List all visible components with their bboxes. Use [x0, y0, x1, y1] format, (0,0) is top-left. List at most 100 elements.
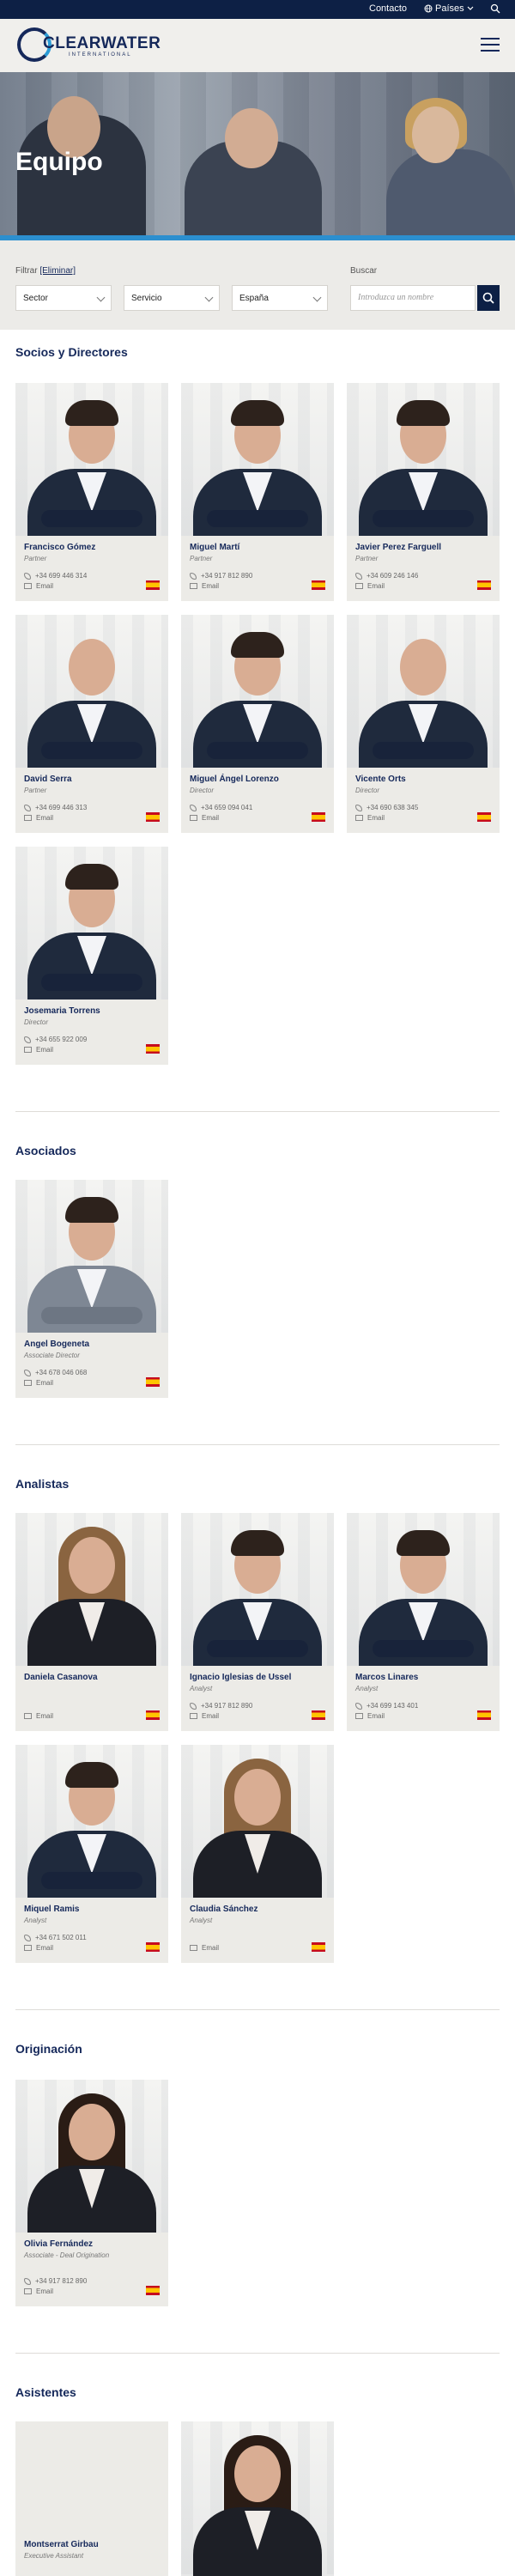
team-card[interactable]: Angel Bogeneta Associate Director +34 678… [15, 1180, 168, 1398]
page-title: Equipo [15, 148, 103, 176]
person-role: Partner [24, 555, 47, 562]
email-icon [190, 1713, 197, 1719]
team-card[interactable]: Miguel Martí Partner +34 917 812 890 Emai… [181, 383, 334, 601]
email-icon [190, 815, 197, 821]
email-link[interactable]: Email [24, 1379, 53, 1387]
email-icon [355, 1713, 363, 1719]
team-card[interactable]: Josemaria Torrens Director +34 655 922 00… [15, 847, 168, 1065]
email-icon [24, 815, 32, 821]
filter-panel: Filtrar [Eliminar] Sector Servicio Españ… [0, 240, 515, 330]
email-link[interactable]: Email [24, 814, 53, 822]
team-card[interactable]: Daniela Casanova Email [15, 1513, 168, 1731]
team-card[interactable]: Montserrat Girbau Executive Assistant [15, 2421, 168, 2576]
top-utility-bar: Contacto Países [0, 0, 515, 19]
team-card[interactable]: David Serra Partner +34 699 446 313 Email [15, 615, 168, 833]
email-link[interactable]: Email [190, 1712, 219, 1720]
email-icon [24, 1945, 32, 1951]
person-role: Director [355, 787, 380, 794]
phone-line[interactable]: +34 671 502 011 [24, 1934, 87, 1941]
person-name: Francisco Gómez [24, 543, 96, 552]
clearwater-logo[interactable]: CLEARWATER INTERNATIONAL [17, 24, 161, 67]
person-photo [15, 1180, 168, 1333]
logo-wordmark: CLEARWATER [43, 34, 161, 52]
phone-line[interactable]: +34 659 094 041 [190, 804, 252, 811]
person-photo [15, 1513, 168, 1666]
phone-line[interactable]: +34 917 812 890 [190, 572, 252, 580]
person-name: Miquel Ramis [24, 1905, 80, 1914]
search-button[interactable] [477, 285, 500, 311]
spain-flag-icon [146, 1942, 160, 1952]
person-role: Analyst [355, 1685, 379, 1692]
country-select[interactable]: España [232, 285, 328, 311]
team-card[interactable]: Miguel Ángel Lorenzo Director +34 659 094… [181, 615, 334, 833]
person-role: Partner [24, 787, 47, 794]
person-role: Partner [355, 555, 379, 562]
spain-flag-icon [146, 1710, 160, 1720]
section-title-assistants: Asistentes [15, 2385, 76, 2399]
person-name: Claudia Sánchez [190, 1905, 258, 1914]
person-photo [15, 2080, 168, 2233]
person-name: Angel Bogeneta [24, 1340, 90, 1349]
chevron-down-icon [467, 6, 474, 10]
spain-flag-icon [477, 580, 491, 590]
section-divider [15, 1444, 500, 1445]
phone-line[interactable]: +34 678 046 068 [24, 1369, 87, 1376]
phone-line[interactable]: +34 917 812 890 [190, 1702, 252, 1710]
person-photo-placeholder [15, 2421, 168, 2524]
email-link[interactable]: Email [24, 582, 53, 590]
countries-dropdown[interactable]: Países [424, 3, 474, 14]
phone-line[interactable]: +34 690 638 345 [355, 804, 418, 811]
person-name: Olivia Fernández [24, 2239, 94, 2249]
service-select[interactable]: Servicio [124, 285, 220, 311]
email-link[interactable]: Email [24, 1712, 53, 1720]
email-link[interactable]: Email [190, 1944, 219, 1952]
search-icon[interactable] [490, 3, 500, 14]
spain-flag-icon [146, 580, 160, 590]
person-photo [181, 383, 334, 536]
email-link[interactable]: Email [355, 582, 385, 590]
team-card[interactable] [181, 2421, 334, 2576]
phone-line[interactable]: +34 655 922 009 [24, 1036, 87, 1043]
team-card[interactable]: Vicente Orts Director +34 690 638 345 Ema… [347, 615, 500, 833]
name-search-input[interactable]: Introduzca un nombre [350, 285, 476, 311]
phone-line[interactable]: +34 699 446 314 [24, 572, 87, 580]
spain-flag-icon [312, 812, 325, 822]
person-photo [347, 383, 500, 536]
phone-line[interactable]: +34 699 446 313 [24, 804, 87, 811]
email-link[interactable]: Email [24, 1944, 53, 1952]
globe-icon [424, 4, 433, 13]
email-icon [24, 583, 32, 589]
contact-link[interactable]: Contacto [369, 3, 407, 14]
team-card[interactable]: Olivia Fernández Associate - Deal Origina… [15, 2080, 168, 2306]
phone-line[interactable]: +34 609 246 146 [355, 572, 418, 580]
countries-label: Países [435, 3, 464, 14]
person-role: Director [24, 1018, 49, 1026]
sector-select[interactable]: Sector [15, 285, 112, 311]
email-link[interactable]: Email [24, 1046, 53, 1054]
phone-icon [355, 1702, 362, 1710]
person-name: Daniela Casanova [24, 1673, 98, 1682]
person-name: Miguel Ángel Lorenzo [190, 775, 279, 784]
person-photo [347, 1513, 500, 1666]
team-card[interactable]: Marcos Linares Analyst +34 699 143 401 Em… [347, 1513, 500, 1731]
person-role: Analyst [190, 1917, 213, 1924]
email-link[interactable]: Email [190, 814, 219, 822]
person-role: Analyst [24, 1917, 47, 1924]
phone-icon [24, 572, 31, 580]
section-title-partners: Socios y Directores [15, 345, 128, 359]
team-card[interactable]: Claudia Sánchez Analyst Email [181, 1745, 334, 1963]
email-link[interactable]: Email [24, 2287, 53, 2295]
team-card[interactable]: Ignacio Iglesias de Ussel Analyst +34 917… [181, 1513, 334, 1731]
team-card[interactable]: Francisco Gómez Partner +34 699 446 314 E… [15, 383, 168, 601]
phone-icon [355, 804, 362, 811]
team-card[interactable]: Javier Perez Farguell Partner +34 609 246… [347, 383, 500, 601]
team-card[interactable]: Miquel Ramis Analyst +34 671 502 011 Emai… [15, 1745, 168, 1963]
hamburger-menu-icon[interactable] [481, 38, 500, 53]
phone-line[interactable]: +34 699 143 401 [355, 1702, 418, 1710]
phone-line[interactable]: +34 917 812 890 [24, 2277, 87, 2285]
person-role: Executive Assistant [24, 2552, 84, 2560]
email-link[interactable]: Email [355, 814, 385, 822]
email-link[interactable]: Email [190, 582, 219, 590]
clear-filters-link[interactable]: [Eliminar] [39, 266, 76, 276]
email-link[interactable]: Email [355, 1712, 385, 1720]
